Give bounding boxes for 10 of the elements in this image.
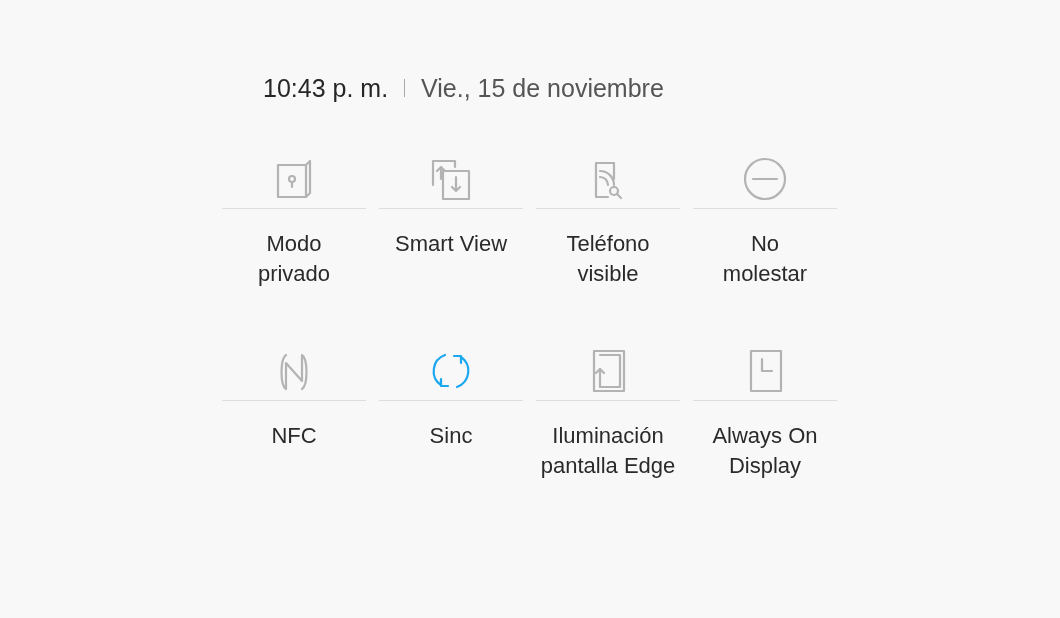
quick-setting-tile[interactable]: NFC bbox=[222, 345, 366, 481]
quick-setting-tile[interactable]: No molestar bbox=[693, 153, 837, 289]
quick-setting-tile[interactable]: Modo privado bbox=[222, 153, 366, 289]
quick-setting-tile[interactable]: Sinc bbox=[379, 345, 523, 481]
quick-setting-tile[interactable]: Always On Display bbox=[693, 345, 837, 481]
date-text: Vie., 15 de noviembre bbox=[421, 75, 664, 101]
clock-time: 10:43 p. m. bbox=[263, 75, 389, 101]
quick-setting-tile[interactable]: Smart View bbox=[379, 153, 523, 289]
quick-setting-tile[interactable]: Iluminación pantalla Edge bbox=[536, 345, 680, 481]
quick-setting-tile[interactable]: Teléfono visible bbox=[536, 153, 680, 289]
